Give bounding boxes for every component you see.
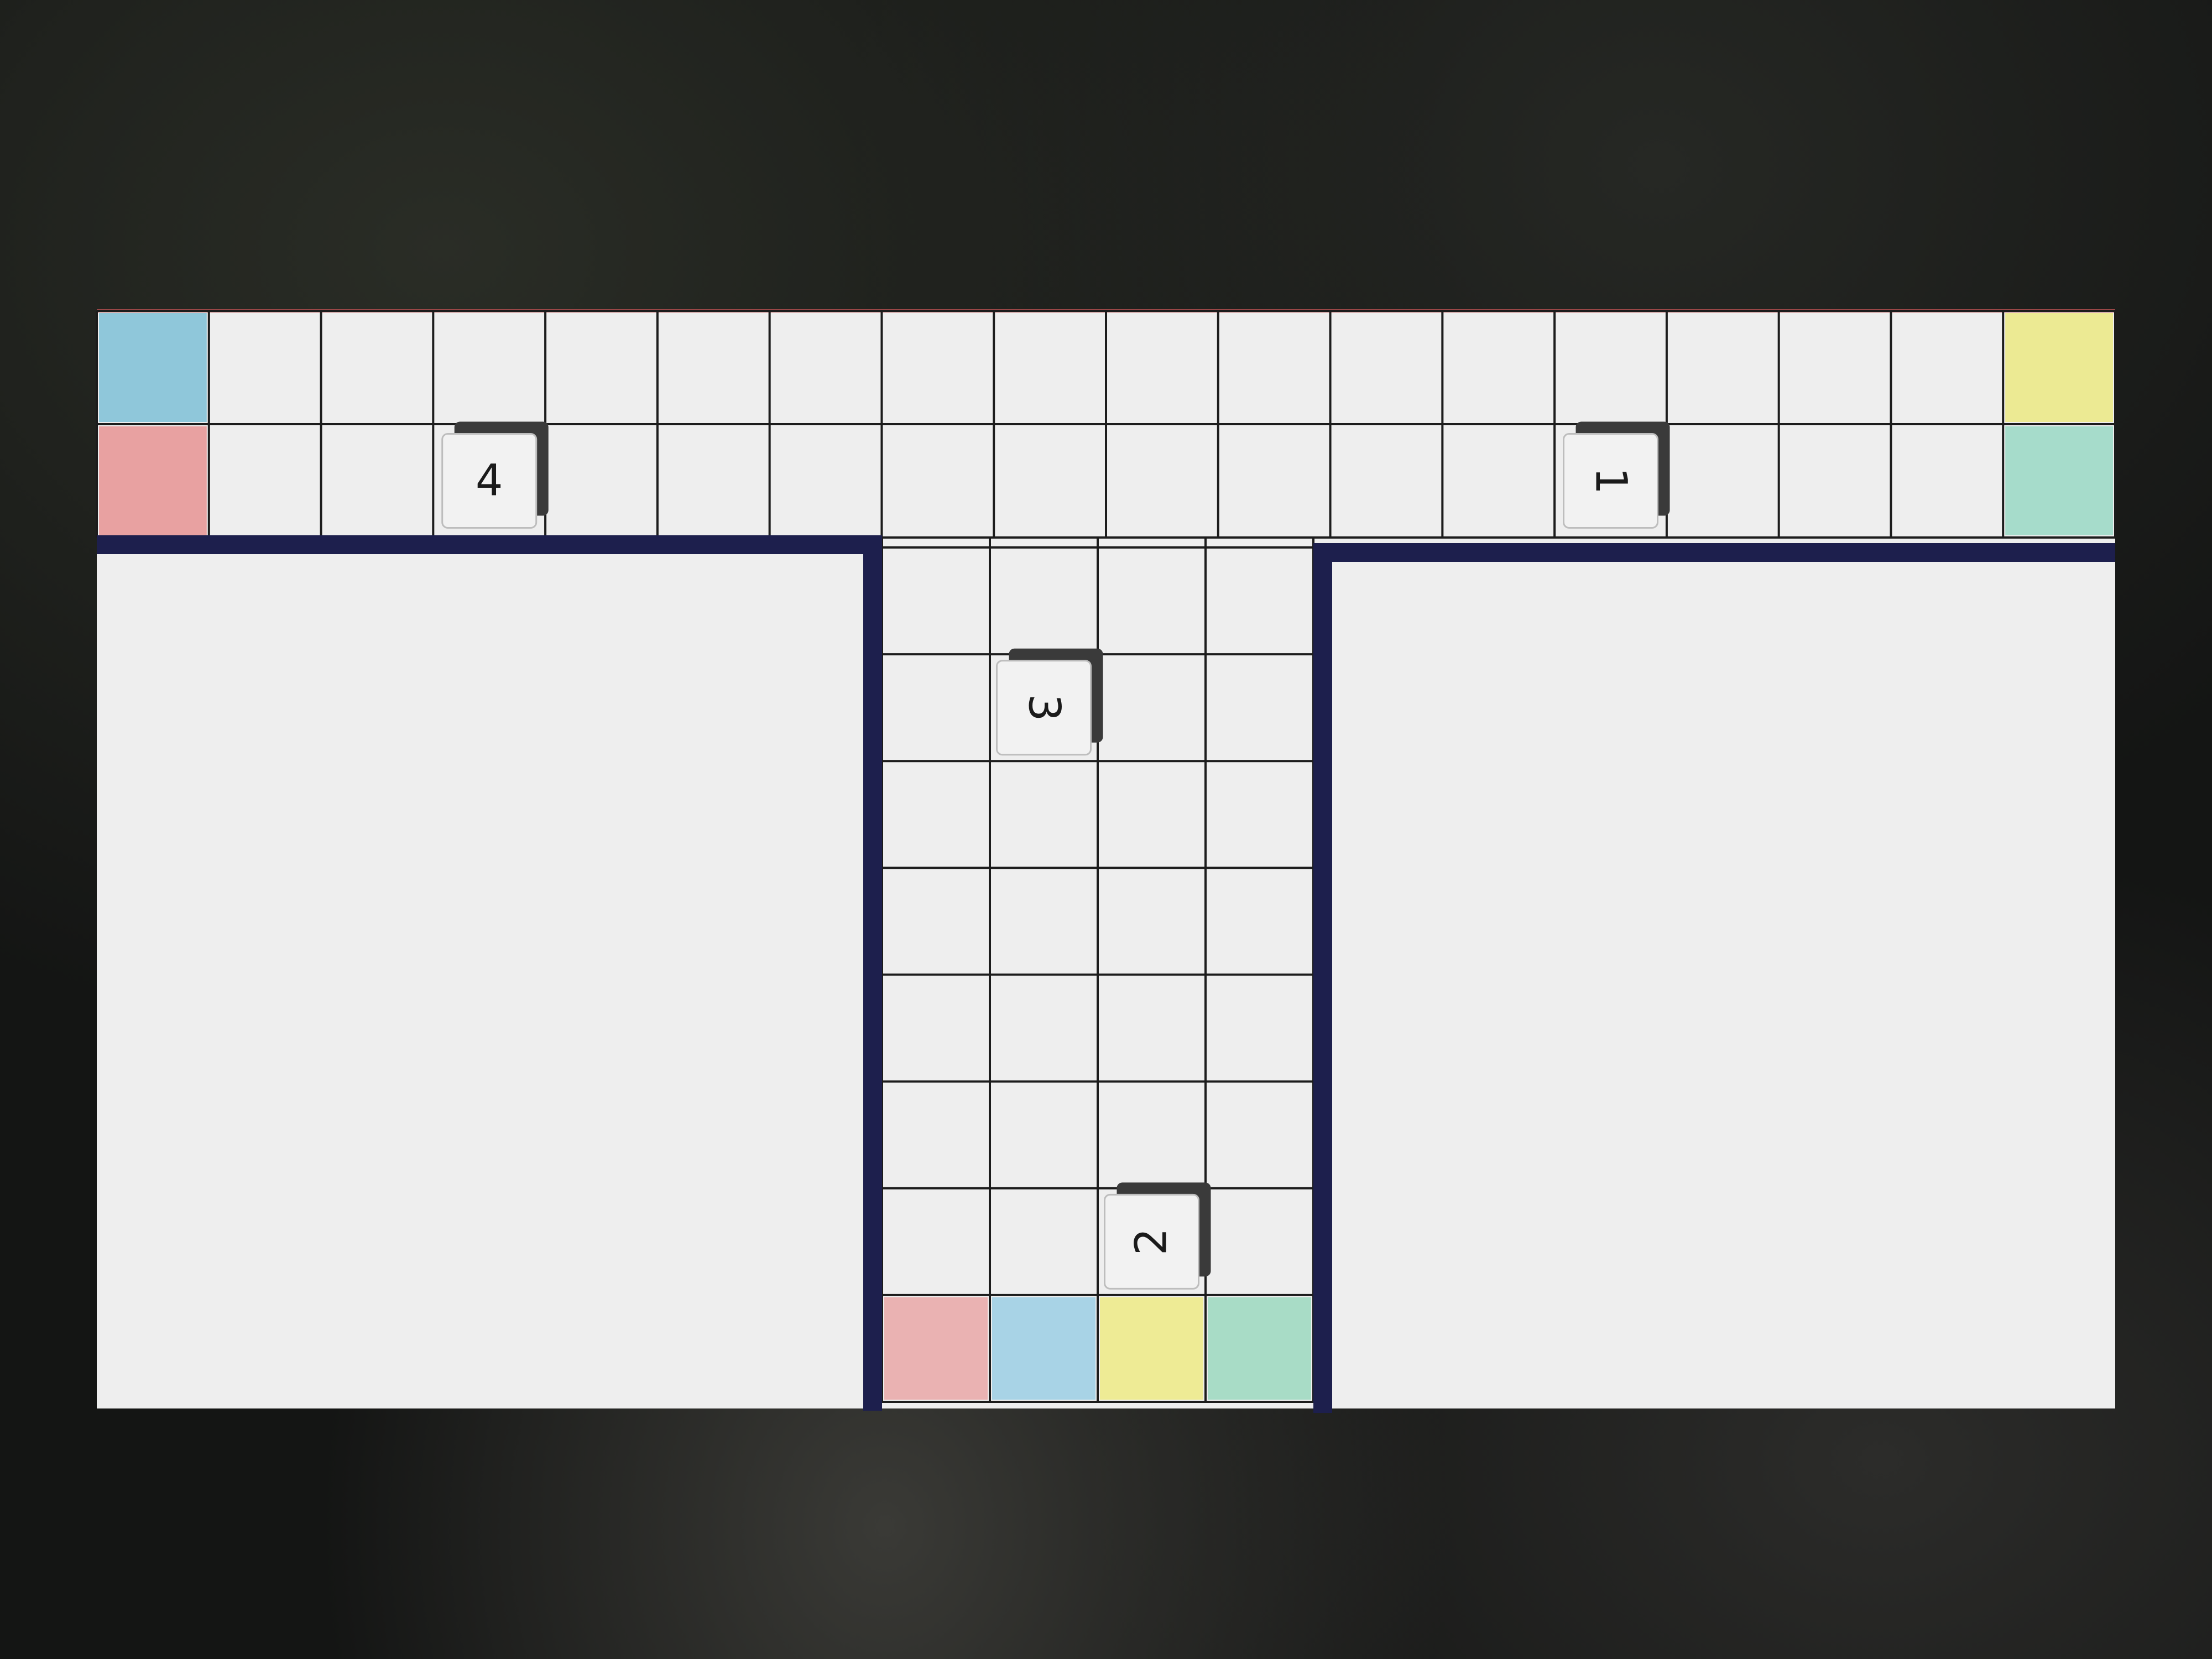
colored-cell-top-left-red [99, 426, 207, 535]
wall-right-vertical [1313, 543, 1332, 1413]
colored-cell-top-left-blue [99, 313, 207, 422]
colored-cell-top-right-yellow [2005, 313, 2113, 422]
die-1[interactable]: 1 [1563, 421, 1670, 529]
colored-cell-top-right-teal [2005, 426, 2113, 535]
colored-cell-bottom-blue [992, 1297, 1095, 1400]
die-label: 1 [1586, 467, 1636, 495]
game-board: 4 1 3 2 [96, 309, 2116, 1413]
die-label: 4 [476, 456, 503, 506]
die-3[interactable]: 3 [996, 648, 1103, 756]
wall-left-vertical [863, 535, 882, 1411]
wall-left-horizontal [97, 535, 882, 554]
colored-cell-bottom-yellow [1100, 1297, 1203, 1400]
die-4[interactable]: 4 [441, 421, 549, 529]
colored-cell-bottom-teal [1208, 1297, 1311, 1400]
wall-right-horizontal [1313, 543, 2115, 562]
die-label: 2 [1127, 1228, 1177, 1255]
colored-cell-bottom-red [884, 1297, 988, 1400]
die-label: 3 [1019, 694, 1069, 722]
die-2[interactable]: 2 [1104, 1182, 1211, 1290]
